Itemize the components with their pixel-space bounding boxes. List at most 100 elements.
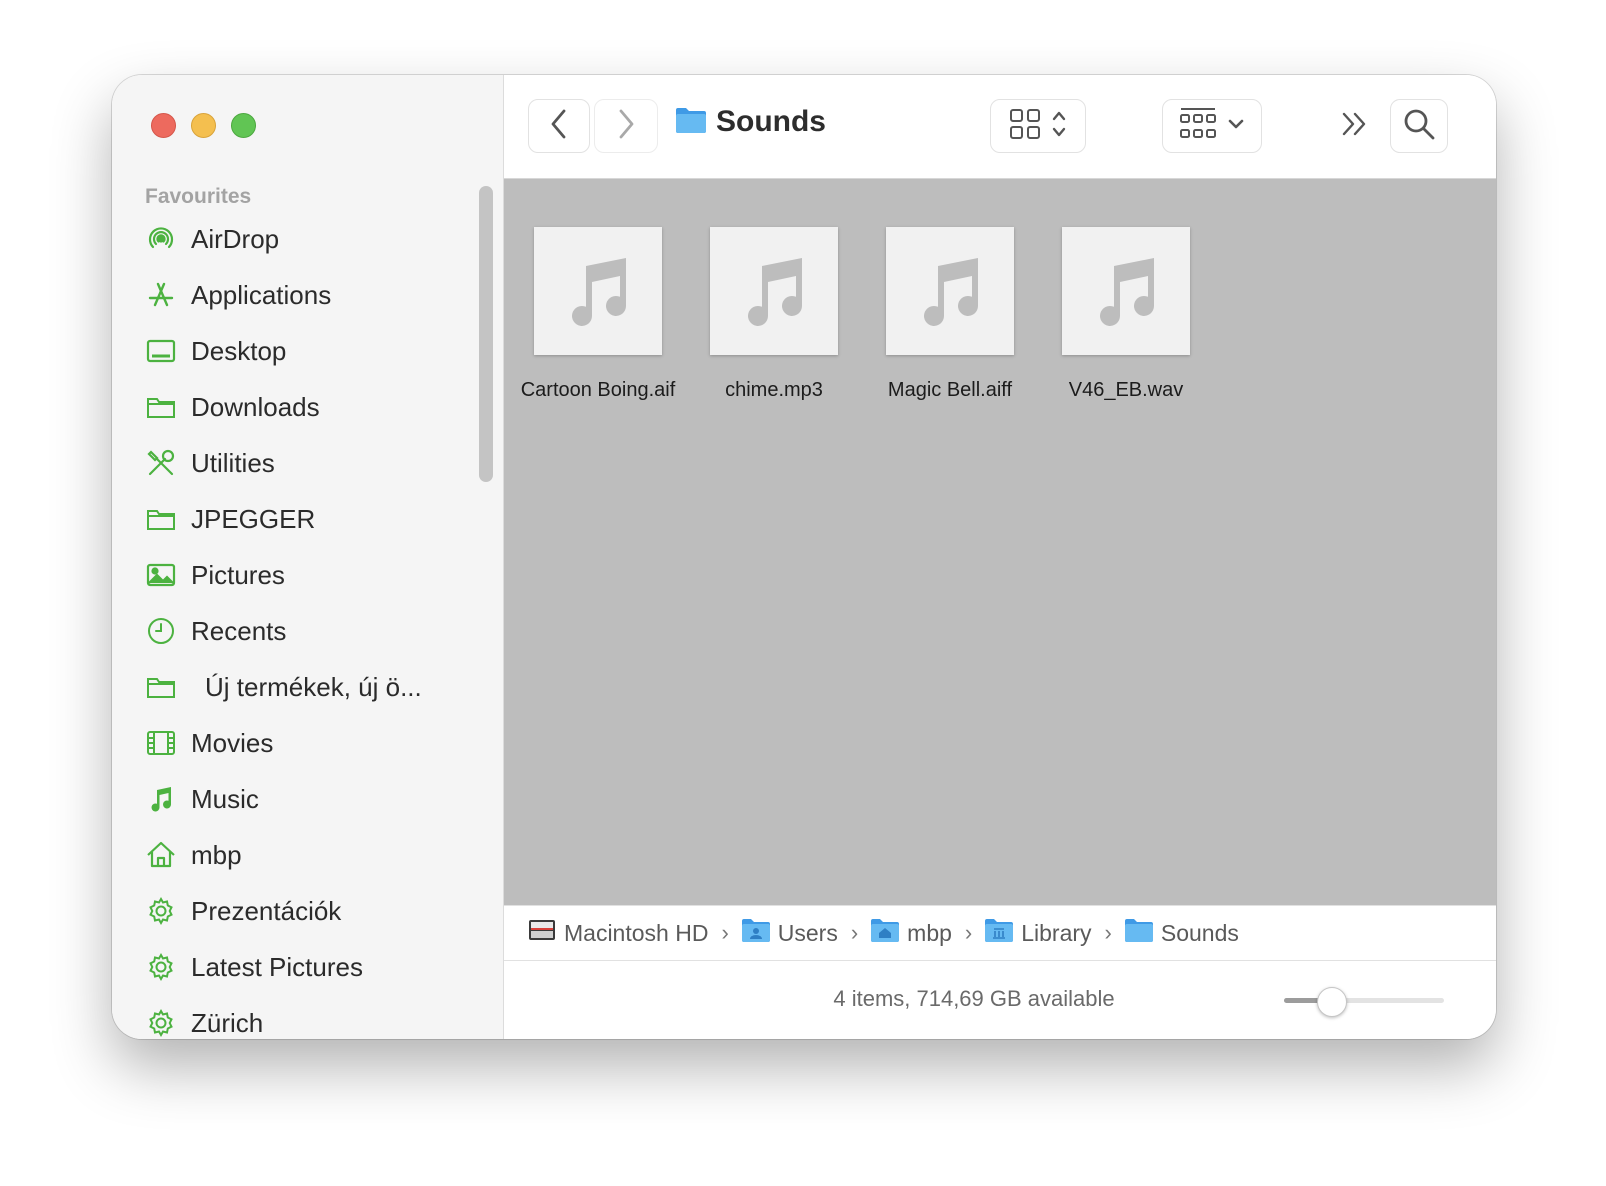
sidebar-item-label: Desktop	[191, 335, 287, 366]
film-icon	[145, 727, 177, 759]
file-name: Magic Bell.aiff	[887, 379, 1013, 401]
sidebar-item-uj-termekek[interactable]: Új termékek, új ö...	[145, 659, 475, 715]
path-item-label: Macintosh HD	[564, 919, 709, 946]
file-name: chime.mp3	[725, 379, 823, 401]
path-item-label: Users	[777, 919, 838, 946]
sidebar-item-label: Új termékek, új ö...	[205, 671, 422, 702]
path-item-label: Library	[1021, 919, 1092, 946]
path-item-label: Sounds	[1160, 919, 1239, 946]
search-button[interactable]	[1390, 99, 1448, 153]
utilities-icon	[145, 447, 177, 479]
path-bar: Macintosh HD › Users › mbp › Library › S…	[504, 905, 1496, 961]
sidebar-item-label: Music	[191, 783, 259, 814]
sidebar-item-label: Prezentációk	[191, 895, 342, 926]
audio-file-icon	[1062, 227, 1190, 355]
path-item-sounds[interactable]: Sounds	[1124, 918, 1239, 948]
airdrop-icon	[145, 223, 177, 255]
music-note-icon	[145, 783, 177, 815]
gear-icon	[145, 895, 177, 927]
group-grid-icon	[1179, 107, 1217, 146]
pictures-icon	[145, 559, 177, 591]
sidebar-item-prezentaciok[interactable]: Prezentációk	[145, 883, 475, 939]
sidebar-item-label: Latest Pictures	[191, 951, 363, 982]
updown-chevron-icon	[1051, 109, 1067, 144]
gear-icon	[145, 951, 177, 983]
file-browser-content: Cartoon Boing.aif chime.mp3 Magic Bell.a…	[504, 179, 1496, 905]
sidebar-item-latest-pictures[interactable]: Latest Pictures	[145, 939, 475, 995]
path-item-mbp[interactable]: mbp	[871, 918, 952, 948]
finder-window: Favourites AirDrop Applications Desktop …	[112, 75, 1496, 1039]
path-separator-icon: ›	[964, 920, 973, 945]
sidebar-item-label: Recents	[191, 615, 287, 646]
toolbar: Sounds	[504, 75, 1496, 179]
forward-button[interactable]	[594, 99, 658, 153]
sidebar-item-music[interactable]: Music	[145, 771, 475, 827]
sidebar-item-recents[interactable]: Recents	[145, 603, 475, 659]
double-chevron-icon	[1340, 110, 1368, 143]
sidebar-item-label: JPEGGER	[191, 503, 316, 534]
gear-icon	[145, 1007, 177, 1039]
file-item[interactable]: V46_EB.wav	[1036, 227, 1216, 402]
sidebar-item-label: Applications	[191, 279, 332, 310]
sidebar-item-utilities[interactable]: Utilities	[145, 435, 475, 491]
file-item[interactable]: Cartoon Boing.aif	[508, 227, 688, 402]
file-name: V46_EB.wav	[1068, 379, 1184, 401]
sidebar-item-zurich[interactable]: Zürich	[145, 995, 475, 1039]
path-item-users[interactable]: Users	[741, 918, 838, 948]
chevron-down-icon	[1227, 117, 1245, 136]
audio-file-icon	[886, 227, 1014, 355]
search-icon	[1402, 107, 1436, 146]
sidebar-item-movies[interactable]: Movies	[145, 715, 475, 771]
sidebar-item-pictures[interactable]: Pictures	[145, 547, 475, 603]
path-item-library[interactable]: Library	[985, 918, 1092, 948]
file-item[interactable]: chime.mp3	[684, 227, 864, 402]
sidebar-item-label: AirDrop	[191, 223, 280, 254]
sidebar-item-label: mbp	[191, 839, 242, 870]
users-folder-icon	[741, 918, 770, 948]
hard-drive-icon	[528, 918, 556, 948]
file-item[interactable]: Magic Bell.aiff	[860, 227, 1040, 402]
folder-icon	[676, 107, 706, 138]
folder-icon	[145, 503, 177, 535]
sidebar-item-label: Utilities	[191, 447, 275, 478]
view-mode-button[interactable]	[990, 99, 1086, 153]
group-by-button[interactable]	[1162, 99, 1262, 153]
status-bar: 4 items, 714,69 GB available	[504, 961, 1496, 1039]
clock-icon	[145, 615, 177, 647]
path-separator-icon: ›	[850, 920, 859, 945]
slider-knob[interactable]	[1317, 987, 1347, 1017]
minimize-button[interactable]	[191, 113, 216, 138]
path-separator-icon: ›	[1104, 920, 1112, 945]
close-button[interactable]	[151, 113, 176, 138]
sidebar-item-airdrop[interactable]: AirDrop	[145, 211, 475, 267]
icon-size-slider[interactable]	[1284, 987, 1444, 1017]
home-icon	[145, 839, 177, 871]
folder-icon	[145, 671, 177, 703]
back-button[interactable]	[528, 99, 590, 153]
sidebar-item-mbp[interactable]: mbp	[145, 827, 475, 883]
chevron-left-icon	[549, 108, 569, 145]
sidebar-item-label: Zürich	[191, 1007, 264, 1038]
path-item-label: mbp	[907, 919, 952, 946]
sidebar-item-applications[interactable]: Applications	[145, 267, 475, 323]
icon-grid-icon	[1009, 108, 1041, 145]
sidebar-scrollbar[interactable]	[479, 186, 493, 482]
more-toolbar-button[interactable]	[1326, 99, 1382, 153]
window-title: Sounds	[676, 105, 826, 139]
sidebar-item-label: Movies	[191, 727, 274, 758]
zoom-button[interactable]	[231, 113, 256, 138]
sidebar-item-jpegger[interactable]: JPEGGER	[145, 491, 475, 547]
folder-icon	[145, 391, 177, 423]
path-item-macintosh-hd[interactable]: Macintosh HD	[528, 918, 708, 948]
path-separator-icon: ›	[721, 920, 729, 945]
audio-file-icon	[710, 227, 838, 355]
folder-icon	[1124, 918, 1153, 948]
sidebar-section-label: Favourites	[145, 185, 252, 208]
sidebar-item-label: Pictures	[191, 559, 285, 590]
file-name: Cartoon Boing.aif	[520, 379, 676, 401]
chevron-right-icon	[616, 108, 636, 145]
sidebar: Favourites AirDrop Applications Desktop …	[112, 75, 504, 1039]
sidebar-item-downloads[interactable]: Downloads	[145, 379, 475, 435]
page-title: Sounds	[716, 105, 826, 138]
sidebar-item-desktop[interactable]: Desktop	[145, 323, 475, 379]
